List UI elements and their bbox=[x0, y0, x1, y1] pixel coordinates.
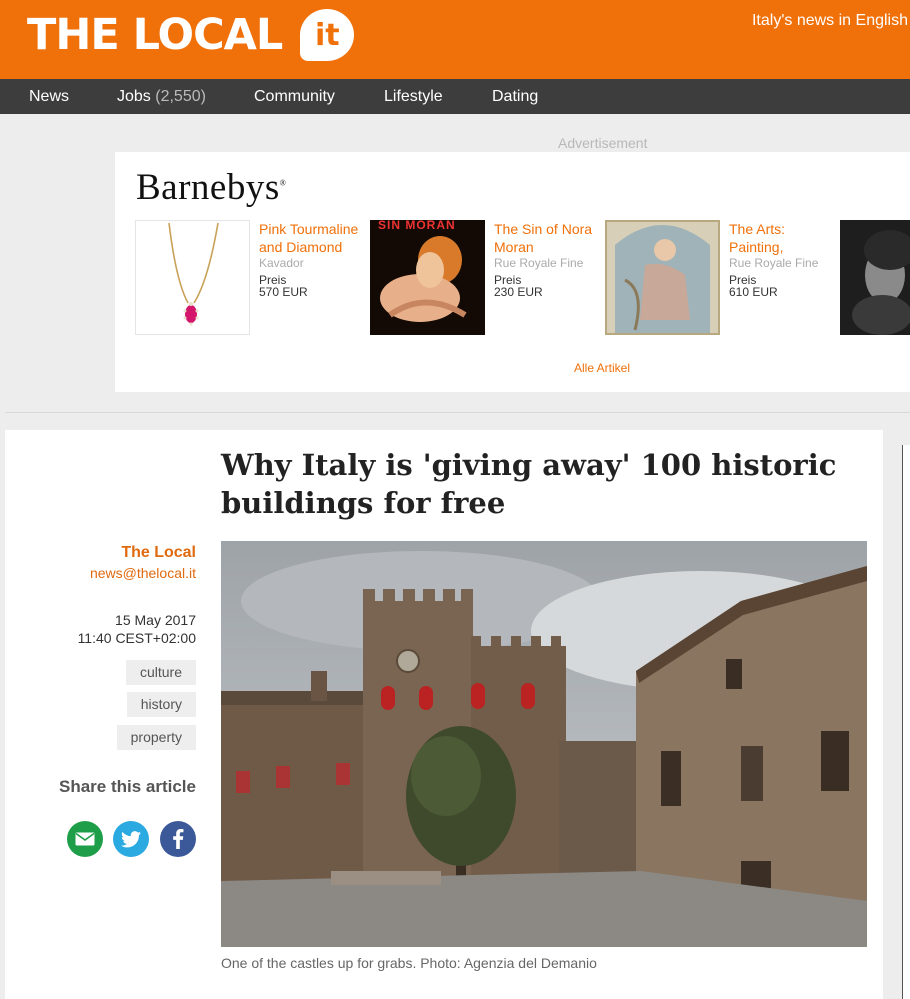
ad-item-seller: Rue Royale Fine bbox=[729, 256, 819, 270]
nav-jobs-count: (2,550) bbox=[155, 88, 206, 105]
logo-text: THE LOCAL bbox=[27, 10, 283, 60]
ad-item-seller: Rue Royale Fine bbox=[494, 256, 584, 270]
site-logo[interactable]: THE LOCAL it bbox=[27, 9, 355, 61]
nav-item-jobs[interactable]: Jobs (2,550) bbox=[117, 79, 206, 114]
ad-brand-text: Barnebys bbox=[136, 167, 280, 208]
article-author[interactable]: The Local bbox=[121, 544, 196, 562]
site-header: THE LOCAL it Italy's news in English bbox=[0, 0, 910, 79]
ad-item-title[interactable]: Pink Tourmaline and Diamond bbox=[259, 220, 369, 256]
nav-item-lifestyle[interactable]: Lifestyle bbox=[384, 79, 443, 114]
ad-brand-logo[interactable]: Barnebys® bbox=[136, 166, 286, 209]
section-divider bbox=[5, 412, 910, 413]
ad-item-title[interactable]: The Arts: Painting, bbox=[729, 220, 839, 256]
share-facebook-button[interactable] bbox=[160, 821, 196, 857]
ad-item-price: 610 EUR bbox=[729, 285, 778, 299]
ad-item-image-painting[interactable] bbox=[605, 220, 720, 335]
article-time: 11:40 CEST+02:00 bbox=[77, 630, 196, 646]
photo-caption: One of the castles up for grabs. Photo: … bbox=[221, 955, 597, 971]
nav-item-dating[interactable]: Dating bbox=[492, 79, 538, 114]
ad-item-image-necklace[interactable] bbox=[135, 220, 250, 335]
logo-badge: it bbox=[300, 9, 355, 61]
article-date: 15 May 2017 bbox=[115, 612, 196, 628]
ad-brand-mark: ® bbox=[279, 178, 287, 188]
tag-property[interactable]: property bbox=[116, 725, 196, 750]
author-email-link[interactable]: news@thelocal.it bbox=[90, 565, 196, 581]
site-tagline: Italy's news in English bbox=[751, 12, 908, 29]
article-headline: Why Italy is 'giving away' 100 historic … bbox=[221, 448, 837, 520]
ad-item-price: 230 EUR bbox=[494, 285, 543, 299]
ad-item-price: 570 EUR bbox=[259, 285, 308, 299]
poster-title-text: SIN MORAN bbox=[378, 220, 456, 232]
advertisement-label: Advertisement bbox=[558, 135, 648, 151]
nav-jobs-label: Jobs bbox=[117, 88, 151, 105]
sidebar-edge bbox=[902, 445, 910, 999]
ad-item-title[interactable]: The Sin of Nora Moran bbox=[494, 220, 604, 256]
share-email-button[interactable] bbox=[67, 821, 103, 857]
facebook-f-icon bbox=[173, 829, 184, 849]
ad-all-items-link[interactable]: Alle Artikel bbox=[574, 361, 630, 375]
twitter-bird-icon bbox=[121, 830, 141, 847]
share-twitter-button[interactable] bbox=[113, 821, 149, 857]
envelope-icon bbox=[75, 832, 95, 846]
nav-item-community[interactable]: Community bbox=[254, 79, 335, 114]
tag-culture[interactable]: culture bbox=[125, 660, 196, 685]
share-heading: Share this article bbox=[58, 777, 196, 796]
ad-item-seller: Kavador bbox=[259, 256, 304, 270]
ad-item-image-portrait[interactable] bbox=[840, 220, 910, 335]
main-nav: News Jobs (2,550) Community Lifestyle Da… bbox=[0, 79, 910, 114]
ad-item-image-poster[interactable]: SIN MORAN bbox=[370, 220, 485, 335]
article-photo bbox=[221, 541, 867, 947]
tag-history[interactable]: history bbox=[126, 692, 196, 717]
nav-item-news[interactable]: News bbox=[29, 79, 69, 114]
